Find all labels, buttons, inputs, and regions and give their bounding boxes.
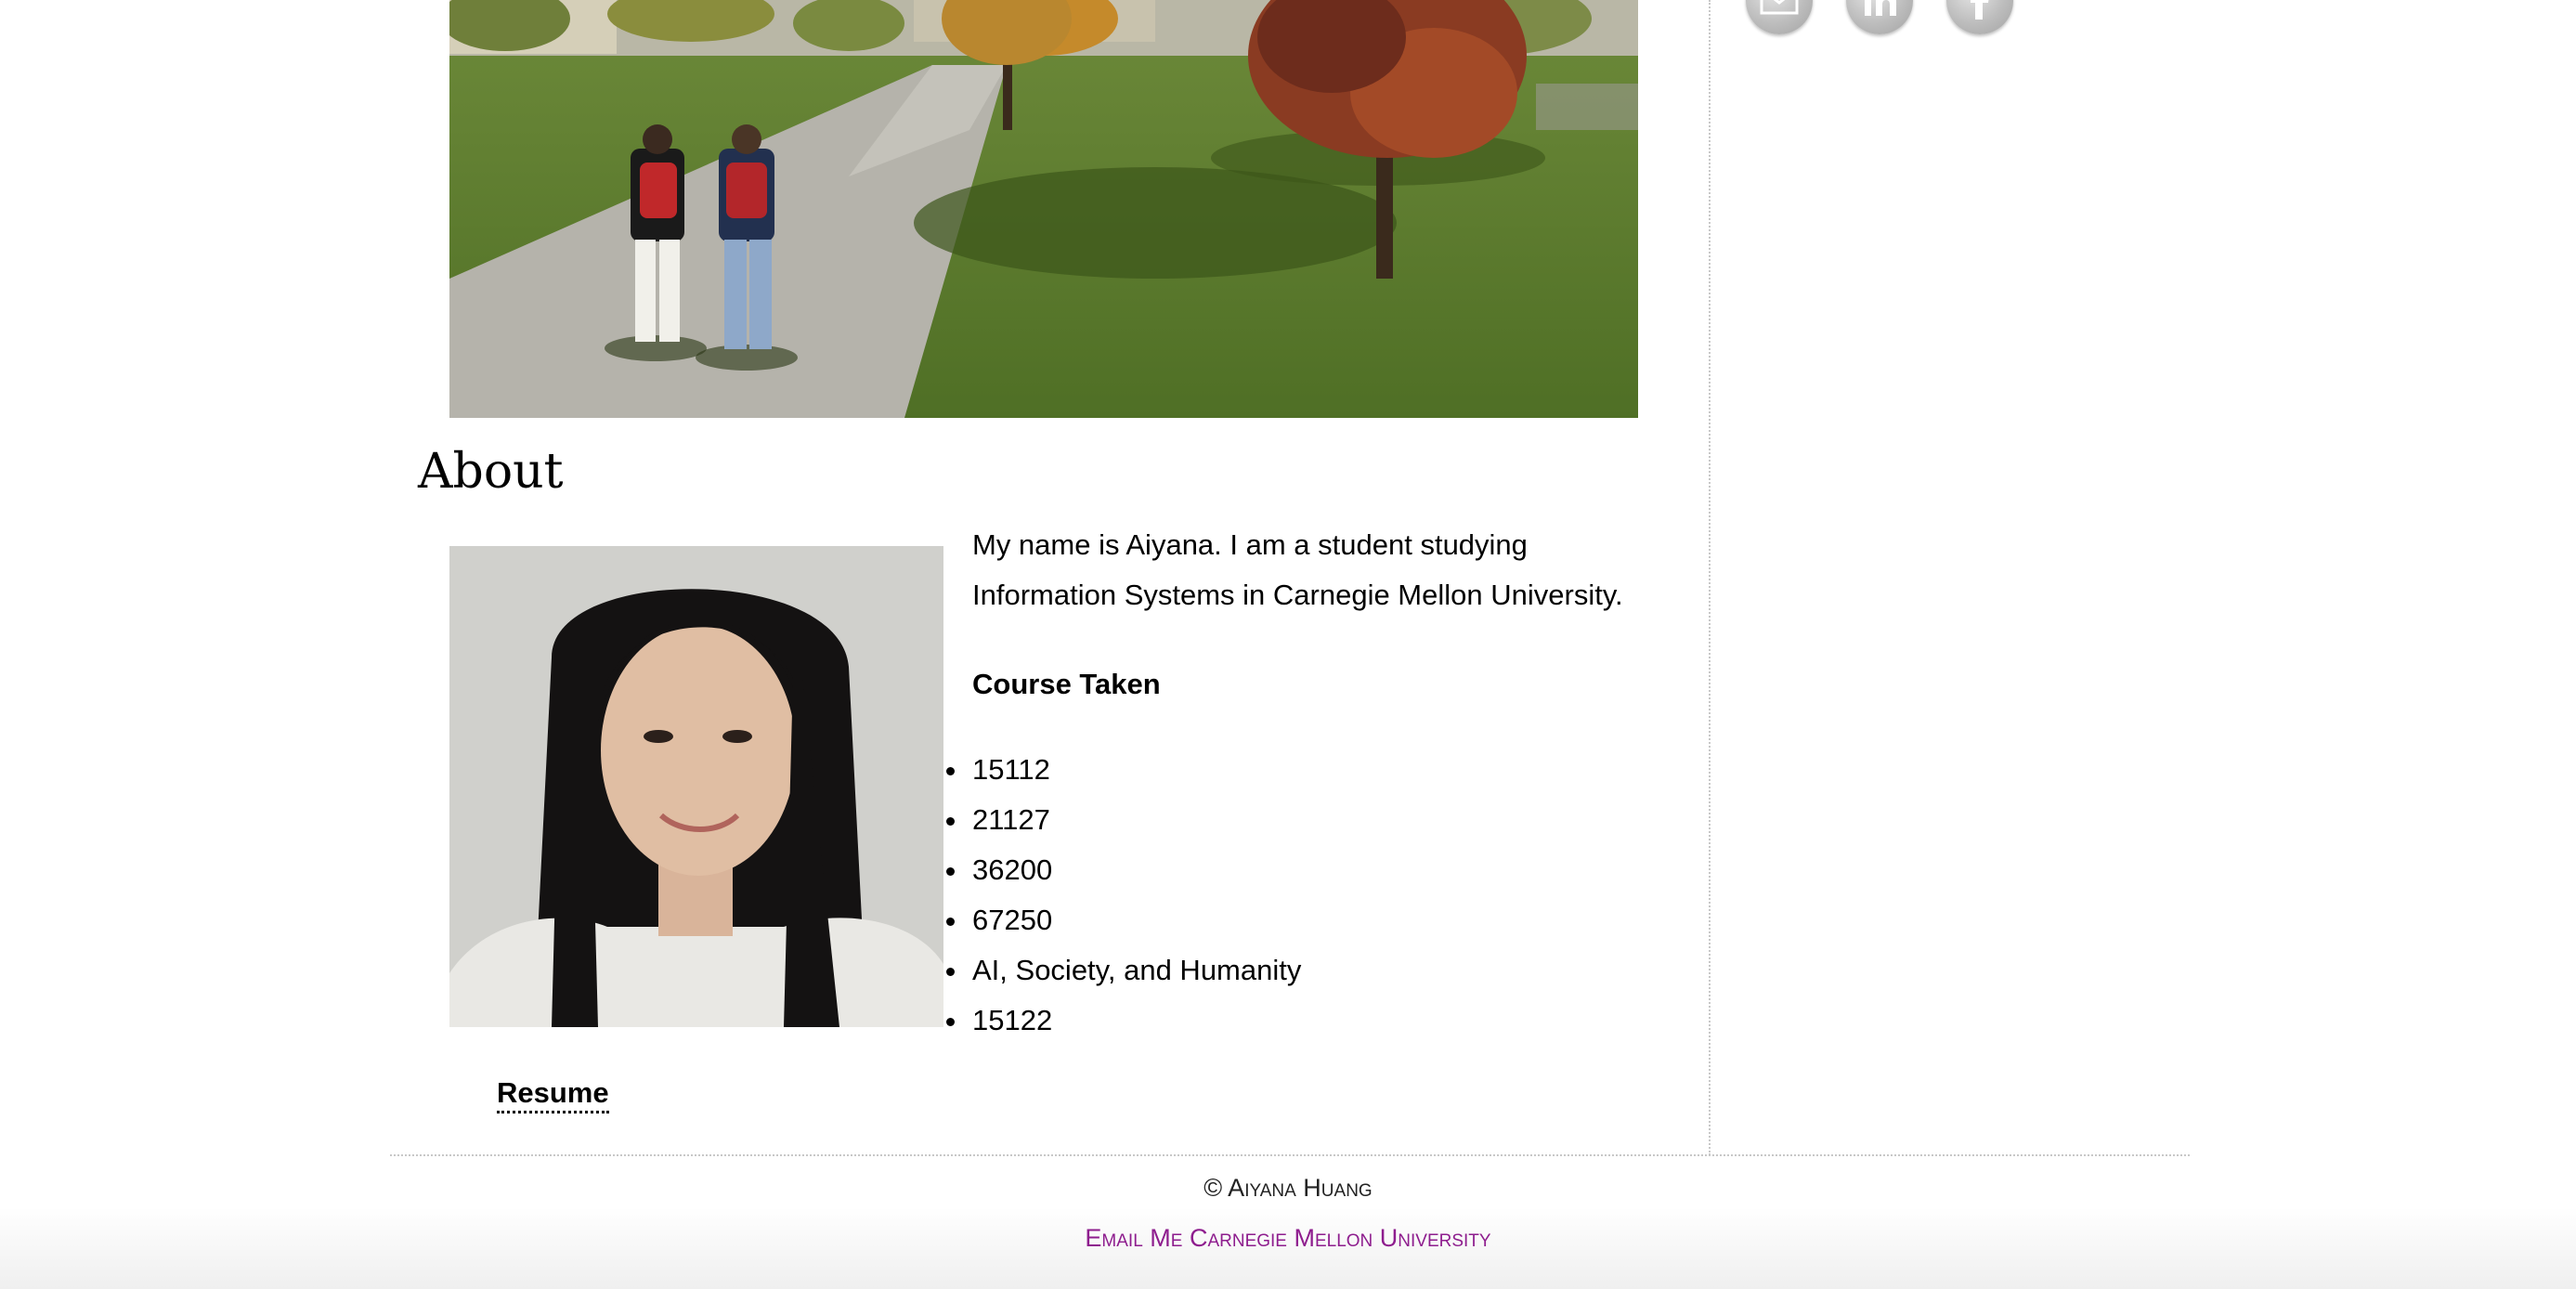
course-item: 36200 [945, 845, 1301, 895]
email-icon [1760, 0, 1799, 15]
facebook-button[interactable] [1946, 0, 2013, 34]
linkedin-icon [1865, 0, 1896, 16]
email-me-link[interactable]: Email Me [1085, 1224, 1182, 1252]
profile-photo [449, 546, 943, 1027]
course-item: 21127 [945, 795, 1301, 845]
facebook-icon [1971, 0, 1989, 20]
copyright-text: © Aiyana Huang [1203, 1174, 1373, 1202]
email-button[interactable] [1746, 0, 1813, 34]
university-link[interactable]: Carnegie Mellon University [1190, 1224, 1491, 1252]
resume-link[interactable]: Resume [497, 1075, 609, 1113]
social-links [1746, 0, 2013, 34]
sidebar-divider [1709, 0, 1711, 1155]
linkedin-button[interactable] [1846, 0, 1913, 34]
course-list: 15112 21127 36200 67250 AI, Society, and… [945, 745, 1301, 1046]
course-item: 15122 [945, 996, 1301, 1046]
course-item: 15112 [945, 745, 1301, 795]
course-item: AI, Society, and Humanity [945, 945, 1301, 996]
intro-text: My name is Aiyana. I am a student studyi… [972, 528, 1623, 611]
course-heading: Course Taken [972, 668, 1161, 700]
about-heading: About [418, 444, 564, 500]
hero-image [449, 0, 1638, 418]
footer-links: Email Me Carnegie Mellon University [0, 1224, 2576, 1253]
course-item: 67250 [945, 895, 1301, 945]
footer-divider [390, 1154, 2190, 1156]
